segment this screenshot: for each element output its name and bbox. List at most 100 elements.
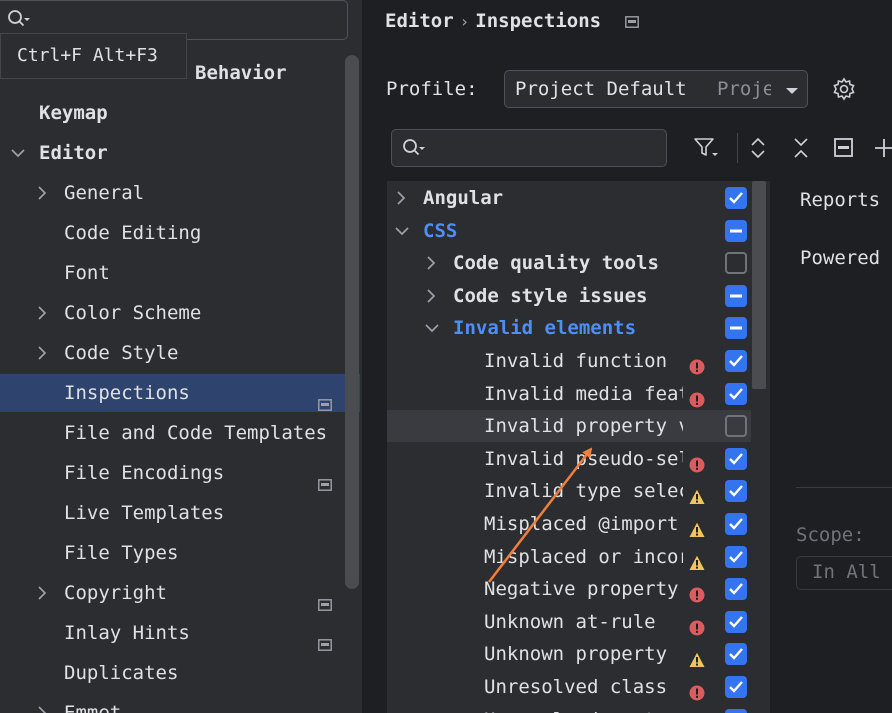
breadcrumb: Editor › Inspections bbox=[385, 8, 639, 34]
sidebar-item-file-and-code-templates[interactable]: File and Code Templates bbox=[0, 414, 360, 452]
search-icon bbox=[402, 138, 426, 163]
sidebar-item-label: Behavior bbox=[195, 62, 287, 84]
collapse-all-icon[interactable] bbox=[791, 135, 811, 166]
inspection-checkbox[interactable] bbox=[725, 219, 747, 242]
description-text: Reports bbox=[800, 189, 881, 211]
profile-scope: Project bbox=[717, 78, 771, 100]
description-divider bbox=[796, 487, 892, 488]
inspection-checkbox[interactable] bbox=[725, 708, 747, 713]
sidebar-item-duplicates[interactable]: Duplicates bbox=[0, 654, 360, 692]
chevron-down-icon[interactable] bbox=[395, 215, 409, 247]
sidebar-item-label: Inspections bbox=[64, 382, 190, 404]
breadcrumb-separator: › bbox=[459, 12, 470, 31]
inspection-row-invalid-type-selector[interactable]: Invalid type selector bbox=[387, 475, 770, 507]
sidebar-item-label: File and Code Templates bbox=[64, 422, 328, 444]
chevron-right-icon[interactable] bbox=[36, 694, 50, 713]
inspection-checkbox[interactable] bbox=[725, 187, 747, 209]
inspection-checkbox[interactable] bbox=[725, 350, 747, 372]
inspection-row-invalid-function[interactable]: Invalid function bbox=[387, 345, 770, 377]
inspection-label: Unknown at-rule bbox=[484, 610, 656, 633]
inspection-row-misplaced-import[interactable]: Misplaced @import bbox=[387, 508, 770, 540]
inspection-row-unresolved-custom-property[interactable]: Unresolved custom property bbox=[387, 704, 770, 713]
inspection-row-unknown-property[interactable]: Unknown property bbox=[387, 638, 770, 670]
inspection-row-invalid-elements[interactable]: Invalid elements bbox=[387, 312, 770, 344]
inspection-row-misplaced-or-incorrect-charset[interactable]: Misplaced or incorrect @charset bbox=[387, 541, 770, 573]
sidebar-item-emmet[interactable]: Emmet bbox=[0, 694, 360, 713]
warning-severity-icon bbox=[689, 483, 705, 505]
sidebar-item-font[interactable]: Font bbox=[0, 254, 360, 292]
sidebar-item-file-encodings[interactable]: File Encodings bbox=[0, 454, 360, 492]
inspection-row-negative-property-value[interactable]: Negative property value bbox=[387, 573, 770, 605]
sidebar-item-label: Live Templates bbox=[64, 502, 225, 524]
inspection-label: Invalid media feature bbox=[484, 382, 683, 405]
error-severity-icon bbox=[689, 581, 705, 603]
expand-all-icon[interactable] bbox=[748, 135, 768, 166]
sidebar-item-copyright[interactable]: Copyright bbox=[0, 574, 360, 612]
inspection-checkbox[interactable] bbox=[725, 447, 747, 470]
inspection-row-css[interactable]: CSS bbox=[387, 215, 770, 247]
chevron-right-icon[interactable] bbox=[425, 247, 439, 279]
inspection-checkbox[interactable] bbox=[725, 317, 747, 340]
filter-icon[interactable] bbox=[693, 135, 719, 166]
sidebar-item-inlay-hints[interactable]: Inlay Hints bbox=[0, 614, 360, 652]
sidebar-item-inspections[interactable]: Inspections bbox=[0, 374, 360, 412]
reset-to-default-icon[interactable] bbox=[833, 135, 855, 166]
inspection-row-unknown-at-rule[interactable]: Unknown at-rule bbox=[387, 606, 770, 638]
inspection-checkbox[interactable] bbox=[725, 382, 747, 405]
breadcrumb-item-editor[interactable]: Editor bbox=[385, 10, 454, 32]
sidebar-item-file-types[interactable]: File Types bbox=[0, 534, 360, 572]
sidebar-item-editor[interactable]: Editor bbox=[0, 134, 360, 172]
sidebar-item-label: Code Editing bbox=[64, 222, 202, 244]
inspection-checkbox[interactable] bbox=[725, 578, 747, 601]
inspection-checkbox[interactable] bbox=[725, 284, 747, 307]
inspection-label: CSS bbox=[423, 219, 458, 242]
scope-dropdown[interactable]: In All bbox=[796, 556, 892, 590]
sidebar-item-keymap[interactable]: Keymap bbox=[0, 94, 360, 132]
inspection-row-angular[interactable]: Angular bbox=[387, 182, 770, 214]
sidebar-item-general[interactable]: General bbox=[0, 174, 360, 212]
chevron-right-icon[interactable] bbox=[425, 280, 439, 312]
profile-dropdown[interactable]: Project Default Project bbox=[504, 70, 808, 108]
inspection-checkbox[interactable] bbox=[725, 252, 747, 275]
chevron-right-icon[interactable] bbox=[36, 294, 50, 332]
inspection-row-invalid-media-feature[interactable]: Invalid media feature bbox=[387, 378, 770, 410]
inspection-checkbox[interactable] bbox=[725, 545, 747, 568]
chevron-right-icon[interactable] bbox=[36, 574, 50, 612]
add-icon[interactable] bbox=[873, 135, 892, 166]
inspection-checkbox[interactable] bbox=[725, 480, 747, 503]
chevron-right-icon[interactable] bbox=[36, 334, 50, 372]
inspection-checkbox[interactable] bbox=[725, 610, 747, 633]
toolbar-divider bbox=[737, 133, 738, 163]
inspection-label: Misplaced or incorrect @charset bbox=[484, 545, 683, 568]
search-shortcut-tooltip: Ctrl+F Alt+F3 bbox=[0, 33, 187, 79]
chevron-down-icon[interactable] bbox=[11, 134, 25, 172]
inspection-row-invalid-property-value[interactable]: Invalid property value bbox=[387, 410, 751, 443]
scope-label: Scope: bbox=[796, 524, 865, 546]
inspection-checkbox[interactable] bbox=[725, 643, 747, 666]
sidebar-item-code-style[interactable]: Code Style bbox=[0, 334, 360, 372]
warning-severity-icon bbox=[689, 549, 705, 570]
inspection-row-invalid-pseudo-selector[interactable]: Invalid pseudo-selector bbox=[387, 443, 770, 475]
inspection-checkbox[interactable] bbox=[725, 513, 747, 535]
error-severity-icon bbox=[689, 386, 705, 408]
chevron-right-icon[interactable] bbox=[36, 174, 50, 212]
error-severity-icon bbox=[689, 451, 705, 473]
sidebar-item-code-editing[interactable]: Code Editing bbox=[0, 214, 360, 252]
inspection-checkbox[interactable] bbox=[725, 676, 747, 698]
inspection-label: Invalid property value bbox=[484, 415, 683, 438]
chevron-down-icon[interactable] bbox=[425, 312, 439, 344]
sidebar-item-color-scheme[interactable]: Color Scheme bbox=[0, 294, 360, 332]
inspection-label: Code style issues bbox=[453, 284, 648, 307]
inspection-checkbox[interactable] bbox=[725, 415, 747, 438]
inspection-row-code-quality-tools[interactable]: Code quality tools bbox=[387, 247, 770, 279]
inspection-row-code-style-issues[interactable]: Code style issues bbox=[387, 280, 770, 312]
gear-icon[interactable] bbox=[831, 76, 857, 107]
chevron-right-icon[interactable] bbox=[395, 182, 409, 214]
settings-sidebar: Ctrl+F Alt+F3 Behavior Keymap Editor Genera… bbox=[0, 0, 362, 713]
inspection-row-unresolved-class[interactable]: Unresolved class bbox=[387, 671, 770, 703]
sidebar-item-live-templates[interactable]: Live Templates bbox=[0, 494, 360, 532]
sidebar-scrollbar[interactable] bbox=[345, 55, 359, 589]
inspection-search-input[interactable] bbox=[391, 129, 667, 167]
sidebar-item-label: General bbox=[64, 182, 145, 204]
inspection-label: Invalid pseudo-selector bbox=[484, 447, 683, 470]
